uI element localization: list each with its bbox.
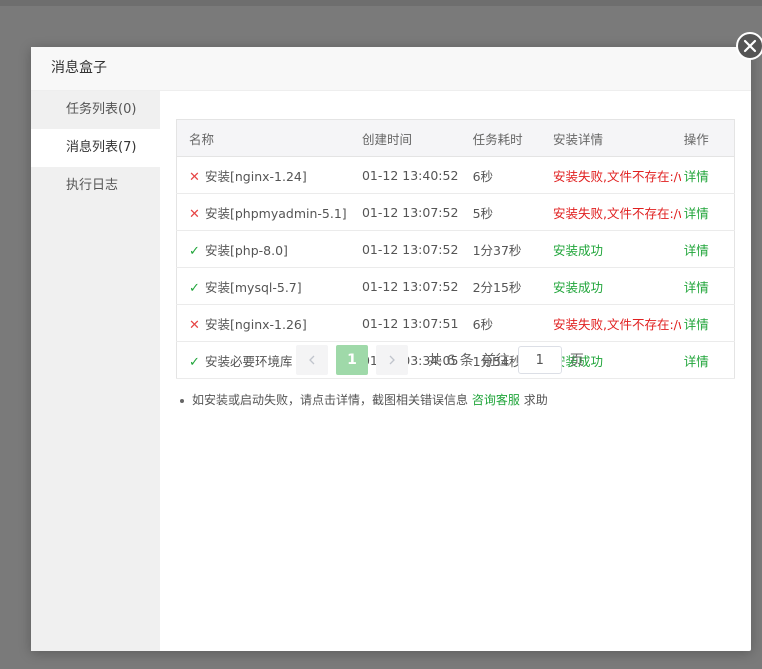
cell-duration: 1分37秒 bbox=[472, 230, 553, 268]
cell-duration: 6秒 bbox=[472, 304, 553, 342]
task-name: 安装[nginx-1.26] bbox=[205, 316, 307, 332]
cell-duration: 6秒 bbox=[472, 156, 553, 194]
col-header-op: 操作 bbox=[683, 119, 735, 157]
col-header-name: 名称 bbox=[176, 119, 362, 157]
message-table: 名称 创建时间 任务耗时 安装详情 操作 ✕ 安装[nginx-1.24] 01-1… bbox=[176, 119, 735, 379]
detail-link[interactable]: 详情 bbox=[684, 243, 709, 258]
check-icon: ✓ bbox=[189, 280, 200, 296]
install-detail: 安装成功 bbox=[553, 279, 604, 295]
cell-name: ✕ 安装[phpmyadmin-5.1] bbox=[176, 193, 362, 231]
cell-duration: 5秒 bbox=[472, 193, 553, 231]
cell-time: 01-12 13:07:52 bbox=[361, 267, 473, 305]
sidebar-item-message-list[interactable]: 消息列表(7) bbox=[31, 129, 160, 167]
task-name: 安装[phpmyadmin-5.1] bbox=[205, 205, 347, 221]
cell-op: 详情 bbox=[683, 267, 735, 305]
detail-link[interactable]: 详情 bbox=[684, 169, 709, 184]
fail-icon: ✕ bbox=[189, 317, 200, 333]
detail-link[interactable]: 详情 bbox=[684, 206, 709, 221]
chevron-left-icon bbox=[309, 355, 315, 365]
task-name: 安装必要环境库 bbox=[205, 353, 293, 369]
install-detail: 安装失败,文件不存在:/w bbox=[553, 205, 681, 221]
cell-detail: 安装成功 bbox=[553, 267, 684, 305]
close-icon bbox=[743, 39, 757, 53]
detail-link[interactable]: 详情 bbox=[684, 280, 709, 295]
bullet-dot bbox=[180, 398, 184, 403]
detail-link[interactable]: 详情 bbox=[684, 317, 709, 332]
col-header-time: 创建时间 bbox=[361, 119, 473, 157]
total-count: 共 6 条 bbox=[428, 353, 474, 369]
page-number-current[interactable]: 1 bbox=[336, 345, 368, 375]
table-row: ✕ 安装[nginx-1.24] 01-12 13:40:52 6秒 安装失败,文件不存… bbox=[176, 156, 735, 194]
table-header-row: 名称 创建时间 任务耗时 安装详情 操作 bbox=[176, 119, 735, 157]
table-row: ✓ 安装[mysql-5.7] 01-12 13:07:52 2分15秒 安装成功 详情 bbox=[176, 267, 735, 305]
task-name: 安装[php-8.0] bbox=[205, 242, 288, 258]
cell-op: 详情 bbox=[683, 193, 735, 231]
cell-detail: 安装成功 bbox=[553, 230, 684, 268]
cell-time: 01-12 13:07:52 bbox=[361, 193, 473, 231]
goto-label: 前往 bbox=[481, 353, 510, 369]
check-icon: ✓ bbox=[189, 243, 200, 259]
chevron-right-icon bbox=[389, 355, 395, 365]
cell-time: 01-12 13:07:52 bbox=[361, 230, 473, 268]
cell-duration: 2分15秒 bbox=[472, 267, 553, 305]
cell-name: ✕ 安装[nginx-1.24] bbox=[176, 156, 362, 194]
install-detail: 安装成功 bbox=[553, 242, 604, 258]
backdrop-topbar bbox=[0, 0, 762, 6]
cell-op: 详情 bbox=[683, 341, 735, 379]
col-header-duration: 任务耗时 bbox=[472, 119, 553, 157]
cell-detail: 安装失败,文件不存在:/w bbox=[553, 193, 684, 231]
cell-detail: 安装失败,文件不存在:/w bbox=[553, 304, 684, 342]
cell-name: ✓ 安装[php-8.0] bbox=[176, 230, 362, 268]
cell-time: 01-12 13:40:52 bbox=[361, 156, 473, 194]
detail-link[interactable]: 详情 bbox=[684, 354, 709, 369]
page-unit-label: 页 bbox=[569, 353, 584, 369]
cell-op: 详情 bbox=[683, 230, 735, 268]
cell-time: 01-12 13:07:51 bbox=[361, 304, 473, 342]
cell-detail: 安装失败,文件不存在:/w bbox=[553, 156, 684, 194]
sidebar-item-exec-log[interactable]: 执行日志 bbox=[31, 167, 160, 205]
task-name: 安装[nginx-1.24] bbox=[205, 168, 307, 184]
sidebar-item-task-list[interactable]: 任务列表(0) bbox=[31, 91, 160, 129]
tip-text: 如安装或启动失败，请点击详情，截图相关错误信息 bbox=[192, 393, 469, 407]
check-icon: ✓ bbox=[189, 354, 200, 370]
support-link[interactable]: 咨询客服 bbox=[472, 393, 520, 407]
install-detail: 安装失败,文件不存在:/w bbox=[553, 168, 681, 184]
pagination: 1 共 6 条 前往 页 bbox=[296, 345, 584, 375]
cell-op: 详情 bbox=[683, 156, 735, 194]
cell-name: ✓ 安装[mysql-5.7] bbox=[176, 267, 362, 305]
next-page-button[interactable] bbox=[376, 345, 408, 375]
install-detail: 安装失败,文件不存在:/w bbox=[553, 316, 681, 332]
fail-icon: ✕ bbox=[189, 206, 200, 222]
tip-suffix: 求助 bbox=[523, 393, 548, 407]
dialog-title: 消息盒子 bbox=[31, 47, 751, 91]
cell-op: 详情 bbox=[683, 304, 735, 342]
goto-page-input[interactable] bbox=[517, 346, 562, 374]
fail-icon: ✕ bbox=[189, 169, 200, 185]
task-name: 安装[mysql-5.7] bbox=[205, 279, 302, 295]
help-tip: 如安装或启动失败，请点击详情，截图相关错误信息 咨询客服 求助 bbox=[176, 391, 736, 408]
table-row: ✕ 安装[nginx-1.26] 01-12 13:07:51 6秒 安装失败,文件不存… bbox=[176, 304, 735, 342]
message-box-dialog: 消息盒子 任务列表(0) 消息列表(7) 执行日志 名称 创建时间 任务耗时 安… bbox=[31, 47, 751, 651]
table-row: ✓ 安装[php-8.0] 01-12 13:07:52 1分37秒 安装成功 详情 bbox=[176, 230, 735, 268]
close-button[interactable] bbox=[736, 32, 762, 60]
table-row: ✕ 安装[phpmyadmin-5.1] 01-12 13:07:52 5秒 安装失败,… bbox=[176, 193, 735, 231]
cell-name: ✕ 安装[nginx-1.26] bbox=[176, 304, 362, 342]
prev-page-button[interactable] bbox=[296, 345, 328, 375]
sidebar: 任务列表(0) 消息列表(7) 执行日志 bbox=[31, 91, 160, 651]
col-header-detail: 安装详情 bbox=[553, 119, 684, 157]
